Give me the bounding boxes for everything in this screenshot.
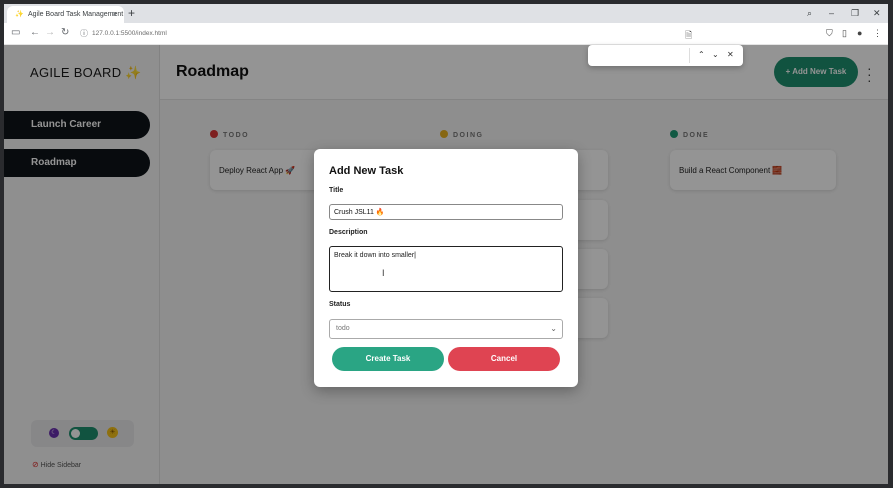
description-text: Break it down into smaller <box>334 252 415 259</box>
divider <box>689 48 690 63</box>
chevron-down-icon: ⌄ <box>550 324 557 333</box>
title-label: Title <box>329 187 344 194</box>
cancel-button[interactable]: Cancel <box>448 347 560 371</box>
modal-title: Add New Task <box>329 165 404 177</box>
find-in-page-bar: ⌃ ⌄ ✕ <box>588 45 743 66</box>
create-task-button[interactable]: Create Task <box>332 347 444 371</box>
tab-strip: ✨ Agile Board Task Management × + ⌕ – ❐ … <box>4 4 888 23</box>
restore-icon[interactable]: ❐ <box>851 8 859 19</box>
text-cursor-icon: I <box>382 268 385 278</box>
shield-icon[interactable]: ⛉ <box>826 28 833 39</box>
close-window-icon[interactable]: ✕ <box>873 8 881 19</box>
new-tab-icon[interactable]: + <box>128 6 135 20</box>
tab-title: Agile Board Task Management <box>28 11 124 18</box>
description-label: Description <box>329 229 368 236</box>
reading-list-icon[interactable]: ▯ <box>842 28 847 39</box>
browser-tab[interactable]: ✨ Agile Board Task Management × <box>7 6 124 23</box>
minimize-icon[interactable]: – <box>829 8 834 18</box>
site-info-icon[interactable]: ⓘ <box>80 29 88 39</box>
sparkles-icon: ✨ <box>15 11 24 18</box>
browser-toolbar: ▭ ← → ↻ ⓘ 127.0.0.1:5500/index.html 🗎 ⛉ … <box>4 23 888 45</box>
forward-icon[interactable]: → <box>45 28 55 38</box>
status-select[interactable]: todo ⌄ <box>329 319 563 339</box>
search-tabs-icon[interactable]: ⌕ <box>807 8 812 19</box>
address-bar[interactable]: 127.0.0.1:5500/index.html <box>92 30 167 37</box>
find-next-icon[interactable]: ⌄ <box>712 50 719 59</box>
title-input[interactable]: Crush JSL11 🔥 <box>329 204 563 220</box>
reload-icon[interactable]: ↻ <box>61 28 69 38</box>
browser-menu-icon[interactable]: ⋮ <box>873 28 882 39</box>
add-task-modal: Add New Task Title Crush JSL11 🔥 Descrip… <box>314 149 578 387</box>
browser-window: ✨ Agile Board Task Management × + ⌕ – ❐ … <box>4 4 888 484</box>
description-textarea[interactable]: Break it down into smaller| I <box>329 246 563 292</box>
close-find-icon[interactable]: ✕ <box>727 50 734 59</box>
sidebar-toggle-icon[interactable]: ▭ <box>11 28 20 38</box>
close-tab-icon[interactable]: × <box>112 9 117 19</box>
page-icon[interactable]: 🗎 <box>685 28 692 44</box>
status-label: Status <box>329 301 351 308</box>
status-select-value: todo <box>336 325 350 332</box>
profile-icon[interactable]: ● <box>857 28 862 38</box>
back-icon[interactable]: ← <box>30 28 40 38</box>
find-previous-icon[interactable]: ⌃ <box>698 50 705 59</box>
